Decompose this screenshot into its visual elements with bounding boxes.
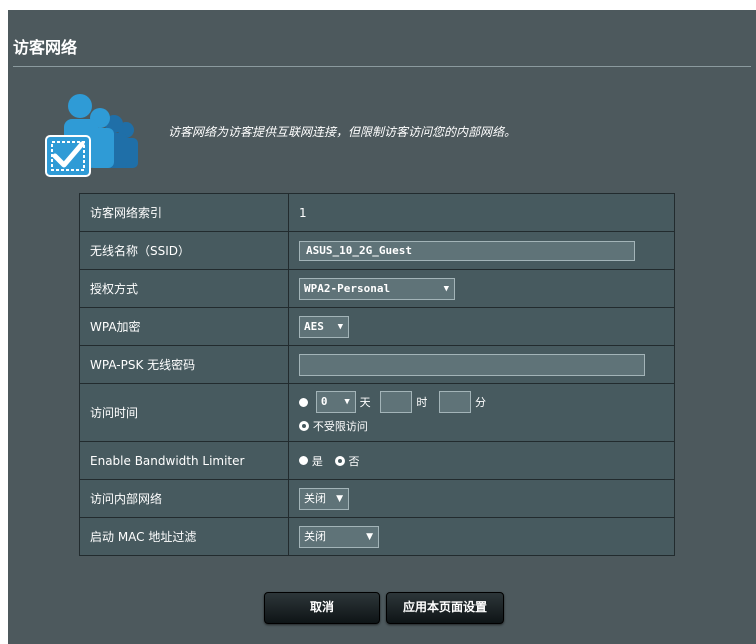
mac-filter-select[interactable]: 关闭 ▼ — [299, 525, 379, 548]
auth-method-select[interactable]: WPA2-Personal ▼ — [299, 277, 455, 300]
unlimited-access-label: 不受限访问 — [312, 420, 368, 433]
index-label: 访客网络索引 — [79, 193, 289, 232]
page-title: 访客网络 — [13, 38, 78, 57]
encryption-value: AES — [304, 319, 324, 333]
row-index: 访客网络索引 1 — [79, 193, 675, 232]
hour-input[interactable] — [380, 391, 413, 413]
page-description: 访客网络为访客提供互联网连接，但限制访客访问您的内部网络。 — [168, 125, 517, 139]
psk-label: WPA-PSK 无线密码 — [79, 345, 289, 384]
unlimited-access-radio[interactable] — [299, 421, 309, 431]
row-auth: 授权方式 WPA2-Personal ▼ — [79, 269, 675, 308]
row-intranet: 访问内部网络 关闭 ▼ — [79, 479, 675, 518]
chevron-down-icon: ▼ — [336, 493, 343, 504]
auth-method-value: WPA2-Personal — [304, 281, 391, 295]
hour-unit: 时 — [416, 396, 428, 409]
bandwidth-no-radio[interactable] — [334, 455, 345, 466]
day-select[interactable]: 0 ▼ — [315, 391, 356, 413]
index-value: 1 — [288, 193, 675, 232]
row-encryption: WPA加密 AES ▼ — [79, 307, 675, 346]
limited-access-radio[interactable] — [299, 397, 308, 407]
row-mac-filter: 启动 MAC 地址过滤 关闭 ▼ — [79, 517, 675, 556]
guest-network-settings-table: 访客网络索引 1 无线名称（SSID） ASUS_10_2G_Guest 授权方… — [79, 193, 675, 556]
bandwidth-no-label: 否 — [348, 454, 360, 468]
intranet-label: 访问内部网络 — [79, 479, 289, 518]
psk-password-input[interactable] — [299, 353, 645, 376]
mac-filter-label: 启动 MAC 地址过滤 — [79, 517, 289, 556]
minute-unit: 分 — [474, 396, 486, 409]
chevron-down-icon: ▼ — [337, 321, 343, 332]
cancel-button[interactable]: 取消 — [264, 592, 380, 624]
encryption-label: WPA加密 — [79, 307, 289, 346]
chevron-down-icon: ▼ — [443, 283, 449, 294]
title-divider — [13, 66, 751, 67]
guest-users-icon — [45, 94, 138, 177]
apply-button[interactable]: 应用本页面设置 — [386, 592, 504, 624]
row-bandwidth: Enable Bandwidth Limiter 是 否 — [79, 441, 675, 480]
row-ssid: 无线名称（SSID） ASUS_10_2G_Guest — [79, 231, 675, 270]
mac-filter-value: 关闭 — [304, 529, 326, 543]
encryption-select[interactable]: AES ▼ — [299, 315, 349, 338]
bandwidth-yes-label: 是 — [311, 454, 323, 468]
chevron-down-icon: ▼ — [344, 397, 350, 407]
chevron-down-icon: ▼ — [366, 531, 373, 542]
minute-input[interactable] — [439, 391, 472, 413]
intranet-access-select[interactable]: 关闭 ▼ — [299, 487, 349, 510]
bandwidth-yes-radio[interactable] — [299, 456, 308, 465]
row-psk: WPA-PSK 无线密码 — [79, 345, 675, 384]
intranet-access-value: 关闭 — [304, 491, 326, 505]
ssid-label: 无线名称（SSID） — [79, 231, 289, 270]
day-value: 0 — [320, 395, 328, 408]
bandwidth-label: Enable Bandwidth Limiter — [79, 441, 289, 480]
day-unit: 天 — [359, 396, 371, 409]
access-time-label: 访问时间 — [79, 383, 289, 442]
row-access-time: 访问时间 0 ▼ 天 时 分 不受限访问 — [79, 383, 675, 442]
auth-label: 授权方式 — [79, 269, 289, 308]
ssid-input[interactable]: ASUS_10_2G_Guest — [299, 240, 635, 261]
